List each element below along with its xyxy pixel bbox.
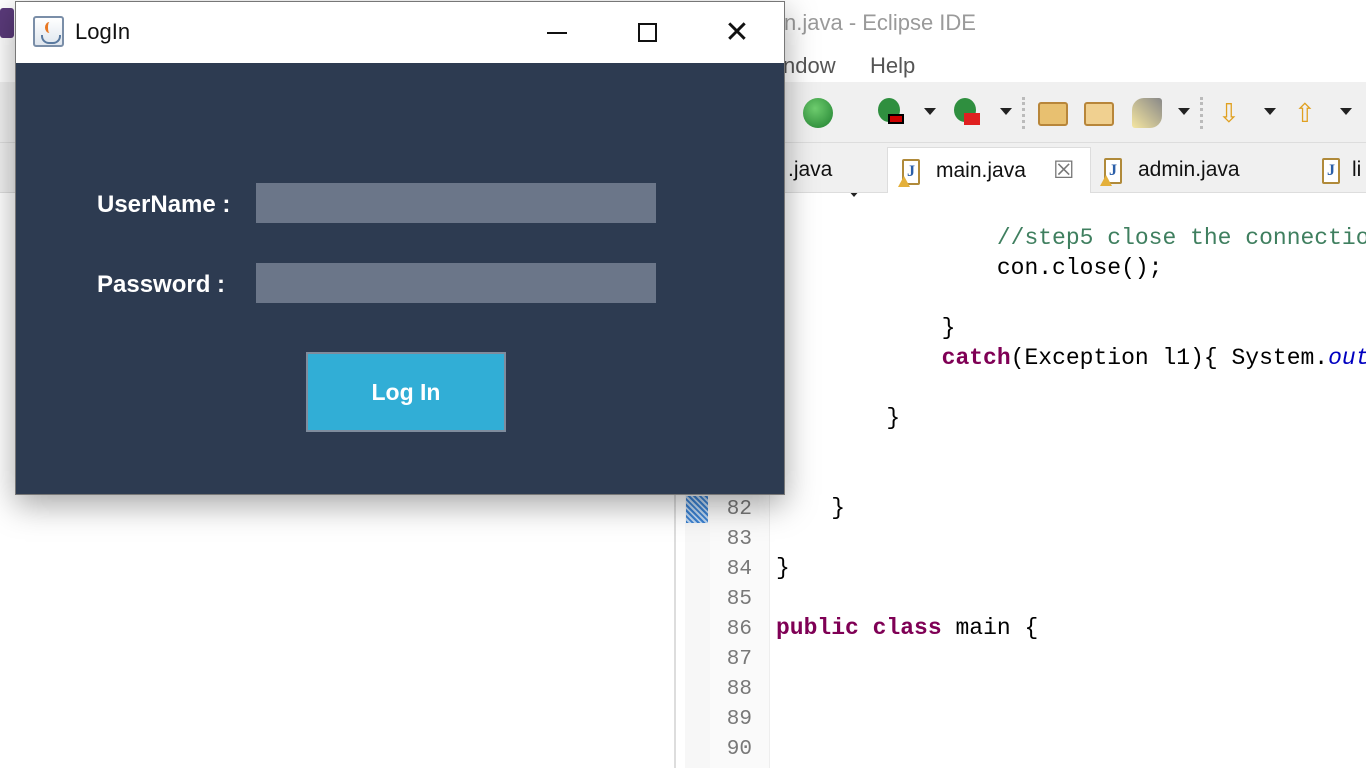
eclipse-app-icon — [0, 8, 14, 38]
code-token: } — [776, 495, 846, 521]
tab-label: .java — [788, 158, 833, 181]
code-line: public class main { — [776, 615, 1038, 645]
username-input[interactable] — [256, 183, 656, 223]
tab-li[interactable]: J li — [1310, 147, 1366, 193]
password-label: Password : — [97, 271, 226, 298]
code-token: main { — [941, 615, 1039, 641]
minimize-icon — [547, 31, 567, 34]
maximize-button[interactable] — [602, 2, 692, 63]
code-line: } — [776, 315, 956, 345]
toolbar-separator — [1022, 97, 1025, 129]
login-button[interactable]: Log In — [306, 352, 506, 432]
tab-label: li — [1352, 158, 1362, 181]
login-window: LogIn ✕ UserName : Password : Log In — [15, 1, 785, 495]
code-token: (Exception l1){ System. — [1010, 345, 1329, 371]
login-title-bar[interactable]: LogIn ✕ — [16, 2, 784, 63]
open-type-icon[interactable] — [1038, 102, 1068, 126]
run-coverage-icon[interactable] — [878, 98, 904, 124]
close-tab-icon[interactable]: ☒ — [1053, 156, 1075, 185]
next-annotation-icon[interactable]: ⇩ — [1218, 98, 1248, 128]
java-file-icon: J — [1322, 158, 1340, 184]
tab-label: admin.java — [1138, 158, 1240, 181]
menu-help[interactable]: Help — [870, 53, 915, 79]
line-number: 86 — [726, 618, 752, 641]
line-number: 88 — [726, 678, 752, 701]
run-icon[interactable] — [803, 98, 833, 128]
search-icon[interactable] — [1132, 98, 1162, 128]
code-editor[interactable]: //step5 close the connection con.close()… — [776, 193, 1366, 768]
chevron-down-icon[interactable] — [1340, 108, 1352, 115]
chevron-down-icon[interactable] — [924, 108, 936, 115]
line-number: 89 — [726, 708, 752, 731]
tab-main-java[interactable]: J main.java ☒ — [887, 147, 1091, 193]
maximize-icon — [637, 23, 657, 42]
code-token: } — [776, 315, 956, 341]
warning-icon — [1100, 175, 1112, 186]
password-input[interactable] — [256, 263, 656, 303]
menu-window[interactable]: ndow — [783, 53, 836, 79]
line-number: 83 — [726, 528, 752, 551]
minimize-button[interactable] — [512, 2, 602, 63]
login-window-title: LogIn — [75, 19, 131, 44]
tab-label: main.java — [936, 159, 1026, 182]
code-token: class — [872, 615, 942, 641]
toolbar-separator — [1200, 97, 1203, 129]
tab-java[interactable]: .java — [784, 147, 888, 193]
code-line: } — [776, 555, 790, 585]
code-line: } — [776, 405, 900, 435]
code-token: catch — [941, 345, 1011, 371]
code-line: catch(Exception l1){ System.out — [776, 345, 1366, 375]
close-button[interactable]: ✕ — [692, 2, 782, 63]
code-line: } — [776, 495, 845, 525]
previous-annotation-icon[interactable]: ⇧ — [1294, 98, 1324, 128]
java-app-icon — [33, 16, 64, 47]
chevron-down-icon[interactable] — [1000, 108, 1012, 115]
code-token: } — [776, 555, 790, 581]
line-number: 87 — [726, 648, 752, 671]
tab-admin-java[interactable]: J admin.java — [1092, 147, 1302, 193]
external-tools-icon[interactable] — [954, 98, 980, 125]
line-number: 90 — [726, 738, 752, 761]
line-number: 84 — [726, 558, 752, 581]
warning-icon — [898, 176, 910, 187]
code-token: //step5 close the connection — [996, 225, 1366, 251]
code-line: con.close(); — [776, 255, 1163, 285]
username-label: UserName : — [97, 191, 231, 218]
chevron-down-icon[interactable] — [1264, 108, 1276, 115]
open-task-icon[interactable] — [1084, 102, 1114, 126]
annotation-marker-icon[interactable] — [686, 496, 708, 523]
code-token: out — [1328, 345, 1366, 371]
code-token: } — [776, 405, 901, 431]
line-number: 85 — [726, 588, 752, 611]
code-token: public — [776, 615, 859, 641]
line-number: 82 — [726, 498, 752, 521]
close-icon: ✕ — [724, 16, 750, 49]
chevron-down-icon[interactable] — [1178, 108, 1190, 115]
eclipse-window-title: n.java - Eclipse IDE — [784, 10, 976, 35]
code-token: con.close(); — [776, 255, 1163, 281]
code-line: //step5 close the connection — [776, 225, 1366, 255]
